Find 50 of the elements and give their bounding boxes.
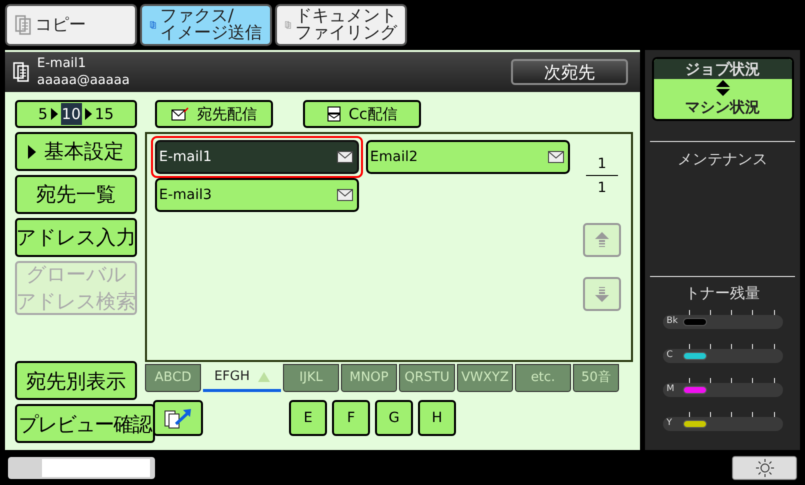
preview-button[interactable]: プレビュー確認 [15, 404, 155, 443]
count-option[interactable]: 5 [38, 102, 48, 126]
side-button[interactable]: アドレス入力 [15, 218, 137, 257]
view-by-recipient-button[interactable]: 宛先別表示 [15, 361, 137, 400]
address-button[interactable]: Email2 [366, 140, 570, 174]
mode-tab[interactable]: ドキュメント ファイリング [275, 4, 407, 46]
arrow-icon [50, 108, 58, 120]
up-down-arrow-icon [714, 79, 730, 97]
brightness-button[interactable] [732, 456, 797, 480]
document-arrow-icon [163, 407, 193, 429]
distribution-button[interactable]: 宛先配信 [155, 100, 273, 128]
next-recipient-button[interactable]: 次宛先 [511, 59, 628, 85]
send-preview-button[interactable] [153, 400, 203, 436]
sun-icon [756, 458, 774, 476]
envelope-icon [337, 189, 353, 201]
arrow-icon [28, 144, 36, 158]
side-button[interactable]: 宛先一覧 [15, 175, 137, 214]
toner-label: Bk [666, 315, 679, 328]
address-button[interactable]: E-mail1 [155, 140, 359, 174]
count-option[interactable]: 10 [60, 102, 82, 126]
status-toggle-button[interactable]: ジョブ状況 マシン状況 [652, 57, 794, 121]
up-arrow-icon [595, 232, 609, 248]
down-arrow-icon [595, 286, 609, 302]
count-option[interactable]: 15 [94, 102, 114, 126]
envelope-icon [337, 151, 353, 163]
mode-tab[interactable]: コピー [5, 4, 137, 46]
mode-tab[interactable]: ファクス/ イメージ送信 [140, 4, 272, 46]
letter-button[interactable]: H [418, 400, 456, 436]
side-button[interactable]: 基本設定 [15, 132, 137, 171]
toner-label: Y [666, 417, 673, 430]
recipient-address: aaaaa@aaaaa [37, 72, 130, 89]
toner-label: M [666, 383, 676, 396]
page-total: 1 [598, 179, 606, 198]
arrow-icon [84, 108, 92, 120]
toner-label: C [666, 349, 674, 362]
address-button[interactable]: E-mail3 [155, 178, 359, 212]
envelope-icon [548, 151, 564, 163]
document-icon [15, 15, 31, 35]
page-current: 1 [586, 154, 618, 176]
letter-button[interactable]: G [375, 400, 413, 436]
triangle-icon [258, 372, 270, 382]
toner-title: トナー残量 [685, 282, 760, 304]
envelope-icon [171, 107, 189, 121]
recipient-name: E-mail1 [37, 55, 88, 72]
letter-button[interactable]: F [332, 400, 370, 436]
document-icon [13, 62, 29, 82]
letter-button[interactable]: E [289, 400, 327, 436]
envelopes-icon [326, 106, 341, 122]
distribution-button[interactable]: Cc配信 [303, 100, 421, 128]
maintenance-label: メンテナンス [678, 149, 768, 170]
